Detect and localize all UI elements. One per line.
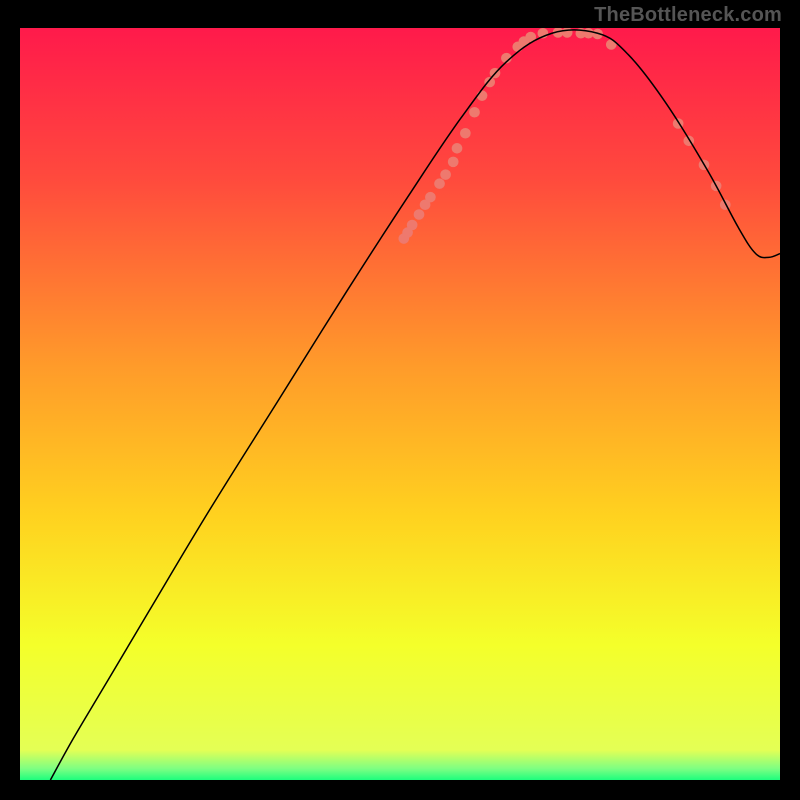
scatter-point — [477, 90, 488, 101]
scatter-point — [469, 107, 480, 118]
scatter-point — [448, 157, 459, 168]
scatter-point — [460, 128, 471, 139]
chart-frame: TheBottleneck.com — [0, 0, 800, 800]
scatter-point — [452, 143, 463, 154]
scatter-point — [583, 28, 594, 39]
scatter-point — [414, 209, 425, 220]
watermark-text: TheBottleneck.com — [594, 4, 782, 27]
plot-area — [20, 28, 780, 780]
gradient-background — [20, 28, 780, 780]
scatter-point — [484, 77, 495, 88]
chart-svg — [20, 28, 780, 780]
scatter-point — [606, 39, 617, 50]
scatter-point — [440, 169, 451, 180]
scatter-point — [407, 220, 418, 231]
scatter-point — [425, 192, 436, 203]
scatter-point — [434, 178, 445, 189]
